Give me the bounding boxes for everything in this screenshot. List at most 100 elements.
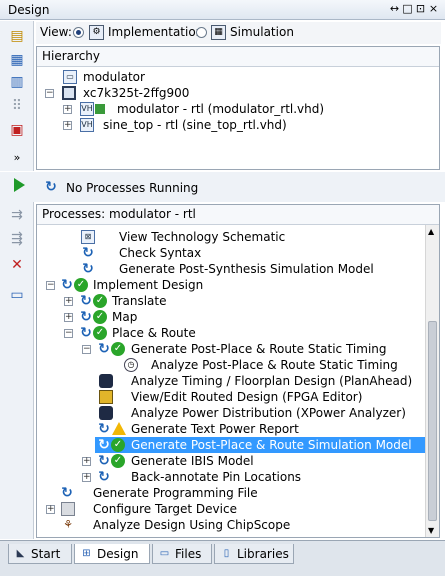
xpower-icon xyxy=(99,406,113,420)
process-item[interactable]: ↻ Generate Text Power Report xyxy=(37,421,427,437)
run-icon[interactable] xyxy=(14,178,25,192)
expand-icon[interactable]: + xyxy=(63,105,72,114)
stop-icon[interactable]: ✕ xyxy=(8,256,26,274)
process-item[interactable]: ↻ Check Syntax xyxy=(37,245,427,261)
process-item[interactable]: ◷ Analyze Post-Place & Route Static Timi… xyxy=(37,357,427,373)
process-label: Generate Post-Place & Route Static Timin… xyxy=(131,342,387,356)
tab-start[interactable]: ◣ Start xyxy=(8,544,72,564)
scroll-down-icon[interactable]: ▼ xyxy=(428,526,434,535)
process-item[interactable]: View/Edit Routed Design (FPGA Editor) xyxy=(37,389,427,405)
expand-icon[interactable]: + xyxy=(46,505,55,514)
close-icon[interactable]: × xyxy=(428,2,441,15)
expand-icon[interactable]: + xyxy=(82,473,91,482)
process-status-bar: ↻ No Processes Running xyxy=(0,172,445,202)
tab-design-label: Design xyxy=(97,547,139,561)
process-item[interactable]: Analyze Power Distribution (XPower Analy… xyxy=(37,405,427,421)
process-item[interactable]: + ↻ ✓ Map xyxy=(37,309,427,325)
expand-icon[interactable]: + xyxy=(64,313,73,322)
simulation-radio[interactable] xyxy=(196,27,207,38)
process-status-icon: ↻ xyxy=(45,179,57,195)
process-item[interactable]: − ↻ ✓ Implement Design xyxy=(37,277,427,293)
implementation-radio[interactable] xyxy=(73,27,84,38)
add-source-icon[interactable]: ▦ xyxy=(8,51,26,69)
process-label: Generate IBIS Model xyxy=(131,454,254,468)
target-device-icon xyxy=(61,502,75,516)
process-label: Configure Target Device xyxy=(93,502,237,516)
process-run-icon: ↻ xyxy=(98,437,110,453)
processes-scrollbar[interactable]: ▲ ▼ xyxy=(425,225,439,537)
add-copy-source-icon[interactable]: ▥ xyxy=(8,73,26,91)
hierarchy-item[interactable]: − xc7k325t-2ffg900 xyxy=(37,85,437,101)
process-run-icon: ↻ xyxy=(98,453,110,469)
new-source-icon[interactable]: ▤ xyxy=(8,27,26,45)
planahead-icon xyxy=(99,374,113,388)
processes-header: Processes: modulator - rtl xyxy=(37,205,439,225)
maximize-icon[interactable]: ⊡ xyxy=(415,2,428,15)
window-controls: ↔□⊡ × xyxy=(389,2,441,15)
process-label: Generate Post-Place & Route Simulation M… xyxy=(131,438,412,452)
hierarchy-item[interactable]: ▭ modulator xyxy=(37,69,437,85)
tab-design[interactable]: ⊞ Design xyxy=(74,544,150,564)
rerun-all-icon[interactable]: ⇶ xyxy=(8,230,26,248)
rerun-icon[interactable]: ⇉ xyxy=(8,206,26,224)
process-item-selected[interactable]: ↻ ✓ Generate Post-Place & Route Simulati… xyxy=(95,437,425,453)
process-item[interactable]: ⊠ View Technology Schematic xyxy=(37,229,427,245)
process-run-icon: ↻ xyxy=(98,421,110,437)
process-label: View/Edit Routed Design (FPGA Editor) xyxy=(131,390,363,404)
expand-toolbar-icon[interactable]: » xyxy=(8,149,26,167)
process-item[interactable]: − ↻ ✓ Generate Post-Place & Route Static… xyxy=(37,341,427,357)
vhdl-module-icon: VH xyxy=(80,118,94,132)
tab-files[interactable]: ▭ Files xyxy=(152,544,212,564)
process-item[interactable]: + ↻ ✓ Translate xyxy=(37,293,427,309)
remove-source-icon[interactable]: ▣ xyxy=(8,121,26,139)
hierarchy-icon[interactable]: ⠿ xyxy=(8,97,26,115)
process-status-text: No Processes Running xyxy=(66,181,199,195)
process-label: Place & Route xyxy=(112,326,196,340)
process-item[interactable]: + ↻ Back-annotate Pin Locations xyxy=(37,469,427,485)
process-properties-icon[interactable]: ▭ xyxy=(8,286,26,304)
process-item[interactable]: ↻ Generate Post-Synthesis Simulation Mod… xyxy=(37,261,427,277)
success-check-icon: ✓ xyxy=(111,438,125,452)
process-label: Analyze Post-Place & Route Static Timing xyxy=(151,358,398,372)
expand-icon[interactable]: + xyxy=(82,457,91,466)
restore-icon[interactable]: □ xyxy=(402,2,415,15)
tab-files-label: Files xyxy=(175,547,202,561)
hierarchy-item[interactable]: + VH sine_top - rtl (sine_top_rtl.vhd) xyxy=(37,117,437,133)
process-label: Generate Programming File xyxy=(93,486,258,500)
hierarchy-item-label: xc7k325t-2ffg900 xyxy=(83,86,190,100)
process-item[interactable]: Analyze Timing / Floorplan Design (PlanA… xyxy=(37,373,427,389)
tab-libraries[interactable]: ▯ Libraries xyxy=(214,544,294,564)
process-label: Back-annotate Pin Locations xyxy=(131,470,302,484)
expand-icon[interactable]: + xyxy=(63,121,72,130)
bottom-tab-bar: ◣ Start ⊞ Design ▭ Files ▯ Libraries xyxy=(0,540,445,576)
collapse-icon[interactable]: − xyxy=(64,329,73,338)
process-run-icon: ↻ xyxy=(80,325,92,341)
process-run-icon: ↻ xyxy=(80,293,92,309)
hierarchy-item-label: modulator - rtl (modulator_rtl.vhd) xyxy=(117,102,325,116)
expand-icon[interactable]: + xyxy=(64,297,73,306)
scroll-thumb[interactable] xyxy=(428,321,437,521)
process-label: Map xyxy=(112,310,138,324)
success-check-icon: ✓ xyxy=(111,454,125,468)
process-item[interactable]: ⚘ Analyze Design Using ChipScope xyxy=(37,517,427,533)
libraries-icon: ▯ xyxy=(223,548,230,559)
collapse-icon[interactable]: − xyxy=(45,89,54,98)
process-item[interactable]: + Configure Target Device xyxy=(37,501,427,517)
stopwatch-icon: ◷ xyxy=(124,358,138,372)
process-item[interactable]: ↻ Generate Programming File xyxy=(37,485,427,501)
processes-panel: Processes: modulator - rtl ▲ ▼ ⊠ View Te… xyxy=(36,204,440,538)
simulation-label[interactable]: Simulation xyxy=(230,25,294,39)
float-icon[interactable]: ↔ xyxy=(389,2,402,15)
process-item[interactable]: + ↻ ✓ Generate IBIS Model xyxy=(37,453,427,469)
scroll-up-icon[interactable]: ▲ xyxy=(428,227,434,236)
implementation-label[interactable]: Implementation xyxy=(108,25,203,39)
files-icon: ▭ xyxy=(159,548,170,559)
hierarchy-item[interactable]: + VH modulator - rtl (modulator_rtl.vhd) xyxy=(37,101,437,117)
process-label: Generate Text Power Report xyxy=(131,422,299,436)
collapse-icon[interactable]: − xyxy=(46,281,55,290)
design-icon: ⊞ xyxy=(82,548,91,559)
process-label: Analyze Design Using ChipScope xyxy=(93,518,291,532)
process-item[interactable]: − ↻ ✓ Place & Route xyxy=(37,325,427,341)
collapse-icon[interactable]: − xyxy=(82,345,91,354)
success-check-icon: ✓ xyxy=(111,342,125,356)
